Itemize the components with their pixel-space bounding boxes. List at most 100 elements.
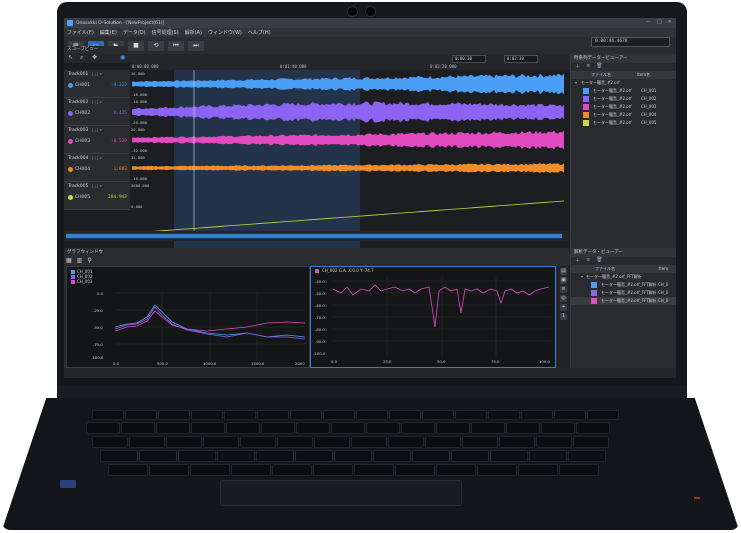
tab-graph-window[interactable]: グラフウィンドウ [67, 249, 103, 255]
layers-icon[interactable]: ≡ [560, 286, 567, 293]
keyboard-key [323, 410, 355, 420]
keyboard-key [554, 410, 586, 420]
expand-icon[interactable]: ▾ [575, 79, 577, 87]
add-icon[interactable]: ＋ [575, 63, 580, 71]
keyboard-key [541, 422, 575, 434]
list-item[interactable]: モーター騒音_#2.orf_FFT解析 CH_0 [571, 297, 676, 305]
webcam-icon [365, 6, 376, 17]
keyboard-key [576, 422, 610, 434]
list-item[interactable]: モーター騒音_#2.orf CH_003 [571, 103, 676, 111]
keyboard-key [166, 436, 202, 448]
link-icon[interactable]: ⚲ [87, 257, 91, 264]
graph-side-toolbar: ▤ ▣ ≡ ◎ ⌖ 1 [557, 266, 570, 376]
target-icon[interactable]: ◎ [560, 295, 567, 302]
track-controls[interactable]: [ | ] ∨ [92, 184, 102, 188]
cursor-icon[interactable]: ⌖ [560, 304, 567, 311]
delete-icon[interactable]: 🗑 [596, 257, 602, 265]
track-header[interactable]: Track004 [ | ] ∨ CH004 1.883 [64, 154, 130, 182]
list-item[interactable]: モーター騒音_#2.orf CH_004 [571, 111, 676, 119]
x-tick: 50.0 [437, 359, 446, 364]
split-icon[interactable]: ▥ [77, 257, 83, 264]
keyboard-key [295, 450, 333, 462]
stop-button[interactable]: ■ [128, 41, 144, 51]
column-file[interactable]: ファイル名 [591, 71, 611, 79]
track-controls[interactable]: [ | ] ∨ [92, 100, 102, 104]
keyboard-key [86, 422, 120, 434]
track-header[interactable]: Track005 [ | ] ∨ CH005 284.943 [64, 182, 130, 210]
column-item[interactable]: Item [659, 265, 668, 273]
keyboard-key [231, 464, 271, 476]
menu-edit[interactable]: 編集(E) [100, 29, 117, 36]
tab-scope-view[interactable]: スコープビュー [64, 46, 127, 54]
menu-analysis[interactable]: 解析(A) [185, 29, 202, 36]
eye-icon[interactable]: ◉ [120, 54, 125, 61]
loop-button[interactable]: ⟲ [148, 41, 164, 51]
menu-signal[interactable]: 信号処理(S) [152, 29, 179, 36]
title-bar: Onosokki O-Solution - [NewProject(61)] —… [64, 18, 676, 28]
color-swatch [583, 104, 589, 110]
column-item[interactable]: Item名 [637, 71, 650, 79]
keyboard-key [203, 436, 239, 448]
tree-group[interactable]: ▾ モーター騒音_#2.orf_FFT解析 [571, 273, 676, 281]
track-header[interactable]: Track001 [ | ] ∨ CH001 -9.323 [64, 70, 130, 98]
menu-window[interactable]: ウィンドウ(W) [208, 29, 242, 36]
list-item[interactable]: モーター騒音_#2.orf_FFT解析 CH_0 [571, 289, 676, 297]
track-name: Track002 [68, 100, 89, 105]
keyboard-key [149, 464, 189, 476]
panel-title: 解析データ・ビューアー [571, 248, 676, 257]
list-icon[interactable]: ≡ [586, 257, 590, 265]
maximize-icon[interactable]: □ [657, 19, 662, 25]
close-icon[interactable]: ✕ [668, 19, 672, 25]
analysis-viewer-panel: 解析データ・ビューアー ＋ ≡ 🗑 ファイル名 Item ▾ モーター騒音_#2… [570, 248, 676, 378]
status-bar [64, 368, 676, 378]
menu-file[interactable]: ファイル(F) [67, 29, 94, 36]
panel-title: 時系列データ・ビューアー [571, 54, 676, 63]
list-item[interactable]: モーター騒音_#2.orf CH_001 [571, 87, 676, 95]
list-item[interactable]: モーター騒音_#2.orf CH_002 [571, 95, 676, 103]
end-time-field[interactable]: 0:02:30 [504, 55, 538, 63]
move-icon[interactable]: ✥ [92, 54, 97, 61]
table-icon[interactable]: ▤ [560, 268, 567, 275]
rewind-button[interactable]: ⏮ [168, 41, 184, 51]
image-icon[interactable]: ▣ [560, 277, 567, 284]
keyboard-key [354, 464, 394, 476]
grid-icon[interactable]: ▦ [66, 257, 72, 264]
group-label: モーター騒音_#2.orf [581, 80, 620, 85]
scale-label: -18.000 [131, 99, 148, 104]
keyboard [62, 406, 677, 488]
list-item[interactable]: モーター騒音_#2.orf CH_005 [571, 119, 676, 127]
forward-button[interactable]: ⏭ [188, 41, 204, 51]
graph-right[interactable]: CH_002 G.A. X:0.0 Y:-74.7 -40.0 -50.0 -6… [310, 266, 556, 368]
track-name: Track003 [68, 128, 89, 133]
add-icon[interactable]: ＋ [575, 257, 580, 265]
menu-help[interactable]: ヘルプ(H) [248, 29, 271, 36]
list-item[interactable]: モーター騒音_#2.orf_FFT解析 CH_0 [571, 281, 676, 289]
time-display[interactable]: 0:00:44.4678 [591, 37, 670, 47]
keyboard-key [536, 436, 572, 448]
track-header[interactable]: Track003 [ | ] ∨ CH003 -8.539 [64, 126, 130, 154]
y-tick: -40.0 [315, 279, 325, 284]
expand-icon[interactable]: ▾ [581, 273, 583, 281]
item-name: CH_005 [641, 120, 657, 125]
track-controls[interactable]: [ | ] ∨ [92, 128, 102, 132]
delete-icon[interactable]: 🗑 [596, 63, 602, 71]
graph-left[interactable]: CH_001 CH_002 CH_003 0.0 -25.0 -50.0 -75… [66, 266, 310, 368]
tree-group[interactable]: ▾ モーター騒音_#2.orf [571, 79, 676, 87]
track-controls[interactable]: [ | ] ∨ [92, 156, 102, 160]
cursor-icon[interactable]: ↖ [68, 54, 73, 61]
overview-scrollbar[interactable] [64, 231, 570, 241]
left-plot [114, 292, 306, 361]
keyboard-key [499, 436, 535, 448]
zoom-icon[interactable]: ⌕ [80, 54, 83, 62]
channel-color-icon [68, 83, 73, 88]
column-file[interactable]: ファイル名 [595, 265, 615, 273]
page-icon[interactable]: 1 [560, 313, 567, 320]
menu-data[interactable]: データ(D) [123, 29, 146, 36]
keyboard-key [477, 464, 517, 476]
track-controls[interactable]: [ | ] ∨ [92, 72, 102, 76]
keyboard-key [156, 422, 190, 434]
track-header[interactable]: Track002 [ | ] ∨ CH002 8.425 [64, 98, 130, 126]
start-time-field[interactable]: 0:00:30 [452, 55, 486, 63]
list-icon[interactable]: ≡ [586, 63, 590, 71]
minimize-icon[interactable]: — [646, 19, 651, 25]
